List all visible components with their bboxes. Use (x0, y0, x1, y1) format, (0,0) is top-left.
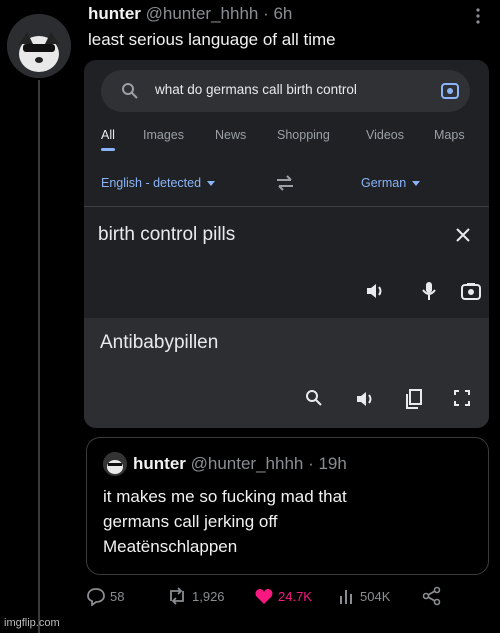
like-count: 24.7K (278, 588, 312, 604)
chevron-down-icon (412, 181, 421, 187)
quoted-author-handle[interactable]: @hunter_hhhh · 19h (191, 454, 347, 473)
fullscreen-icon[interactable] (452, 388, 472, 413)
quoted-line: it makes me so fucking mad that (103, 487, 347, 506)
search-icon[interactable] (304, 388, 324, 413)
camera-lens-icon[interactable] (440, 81, 460, 106)
microphone-icon[interactable] (418, 280, 440, 307)
share-icon (422, 586, 441, 606)
camera-icon[interactable] (460, 280, 482, 307)
post-actions: 58 1,926 24.7K 504K (86, 586, 486, 610)
tab-videos[interactable]: Videos (366, 128, 404, 142)
author-name[interactable]: hunter (88, 4, 141, 23)
search-tabs: All Images News Shopping Videos Maps (101, 128, 481, 158)
target-language-select[interactable]: German (361, 176, 421, 190)
more-options-icon[interactable] (470, 6, 486, 26)
output-actions (304, 388, 484, 414)
divider (84, 206, 489, 207)
close-icon[interactable] (454, 226, 472, 249)
speaker-icon[interactable] (364, 280, 386, 307)
source-language-label: English - detected (101, 176, 202, 190)
author-handle[interactable]: @hunter_hhhh · 6h (146, 4, 293, 23)
speaker-icon[interactable] (354, 388, 376, 415)
views-button[interactable]: 504K (338, 586, 390, 606)
tab-news[interactable]: News (215, 128, 246, 142)
source-text[interactable]: birth control pills (98, 224, 235, 246)
chevron-down-icon (207, 181, 216, 187)
like-button[interactable]: 24.7K (254, 586, 312, 606)
post-text: least serious language of all time (88, 30, 336, 49)
translation-output: Antibabypillen (84, 318, 489, 428)
source-actions (354, 280, 484, 306)
quoted-line: germans call jerking off (103, 512, 278, 531)
watermark: imgflip.com (4, 617, 60, 629)
target-language-label: German (361, 176, 407, 190)
translate-screenshot: what do germans call birth control All I… (84, 60, 489, 428)
dog-avatar-icon (7, 14, 71, 78)
search-query: what do germans call birth control (155, 82, 357, 97)
view-count: 504K (360, 588, 391, 604)
language-selector-row: English - detected German (84, 172, 489, 196)
bar-chart-icon (340, 590, 352, 604)
tab-maps[interactable]: Maps (434, 128, 465, 142)
copy-icon[interactable] (404, 388, 424, 415)
avatar[interactable] (103, 452, 127, 476)
tab-shopping[interactable]: Shopping (277, 128, 330, 142)
quoted-author-name[interactable]: hunter (133, 454, 186, 473)
quoted-post[interactable]: hunter @hunter_hhhh · 19h it makes me so… (86, 437, 489, 575)
reply-icon (87, 588, 105, 606)
swap-languages-icon[interactable] (274, 174, 296, 195)
reply-count: 58 (110, 588, 125, 604)
source-language-select[interactable]: English - detected (101, 176, 216, 190)
search-icon (121, 82, 139, 105)
avatar[interactable] (7, 14, 71, 78)
heart-icon (255, 589, 273, 604)
quoted-post-header: hunter @hunter_hhhh · 19h (133, 454, 347, 474)
quoted-line: Meatënschlappen (103, 537, 238, 556)
reply-button[interactable]: 58 (86, 586, 124, 606)
tab-images[interactable]: Images (143, 128, 184, 142)
tab-all[interactable]: All (101, 128, 115, 151)
repost-button[interactable]: 1,926 (166, 586, 225, 606)
quoted-post-text: it makes me so fucking mad that germans … (103, 484, 483, 559)
repost-icon (170, 587, 184, 605)
dog-avatar-icon (103, 452, 127, 476)
share-button[interactable] (422, 586, 442, 606)
translation-text: Antibabypillen (100, 332, 219, 353)
post-header: hunter @hunter_hhhh · 6h (88, 4, 292, 24)
search-bar[interactable]: what do germans call birth control (101, 70, 470, 112)
repost-count: 1,926 (192, 588, 225, 604)
thread-line (38, 80, 40, 633)
